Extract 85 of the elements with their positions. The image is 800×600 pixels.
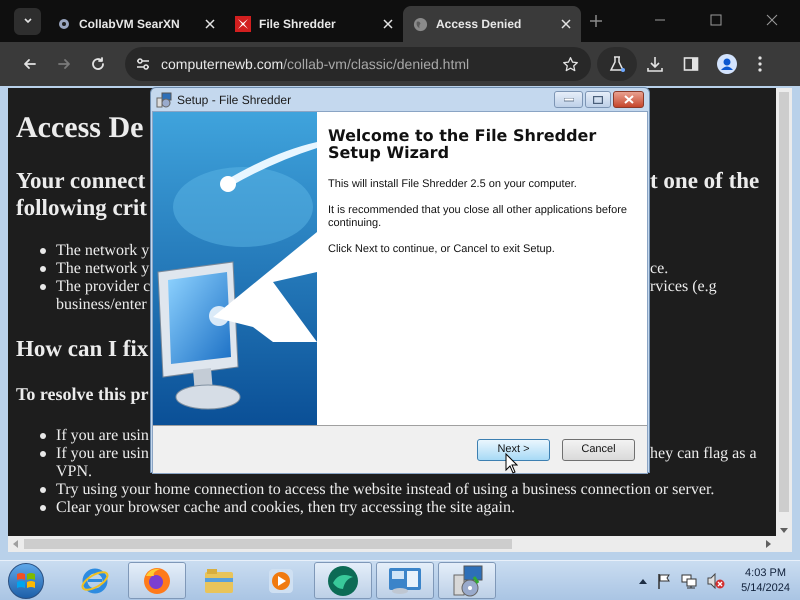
tune-icon — [135, 56, 151, 72]
window-title: Setup - File Shredder — [177, 92, 292, 108]
page-heading: To resolve this pr — [16, 385, 149, 403]
network-icon[interactable] — [681, 572, 698, 588]
page-heading: t one of the — [650, 169, 760, 192]
bullet-icon — [40, 248, 46, 254]
minimize-icon — [564, 98, 574, 102]
avatar-icon — [717, 54, 737, 74]
list-item-text: hey can flag as a — [650, 446, 757, 462]
more-vertical-icon — [758, 56, 762, 72]
browser-e-icon — [80, 566, 110, 596]
control-panel-icon — [388, 566, 422, 594]
side-panel-icon — [683, 56, 699, 72]
page-heading: How can I fix — [16, 337, 148, 360]
clock[interactable]: 4:03 PM 5/14/2024 — [741, 566, 790, 596]
circle-logo-icon — [327, 564, 359, 596]
bullet-icon — [40, 505, 46, 511]
url-text: computernewb.com/collab-vm/classic/denied.html — [161, 54, 470, 74]
list-item-text: Clear your browser cache and cookies, then try accessing the site again. — [56, 500, 515, 516]
list-item-text: The network y — [56, 261, 150, 277]
list-item-text: rvices (e.g — [650, 279, 717, 295]
play-icon — [268, 568, 294, 594]
flag-icon[interactable] — [657, 572, 672, 588]
browser-tab[interactable]: Access Denied — [403, 6, 581, 42]
browser-tab[interactable]: CollabVM SearXN — [47, 6, 225, 42]
flask-icon[interactable] — [608, 55, 626, 73]
tab-title: Access Denied — [436, 16, 522, 33]
gear-icon — [57, 17, 71, 31]
chevron-down-icon — [22, 16, 32, 26]
bullet-icon — [40, 487, 46, 493]
wizard-paragraph: Click Next to continue, or Cancel to exit Setup. — [328, 243, 556, 256]
bullet-icon — [40, 451, 46, 457]
maximize-button[interactable] — [585, 91, 611, 108]
close-icon — [624, 95, 634, 104]
maximize-icon[interactable] — [710, 14, 722, 26]
dialog-button[interactable]: Cancel — [562, 438, 635, 460]
bullet-icon — [40, 284, 46, 290]
minimize-button[interactable] — [554, 91, 583, 108]
dialog-button[interactable]: Next > — [477, 438, 550, 460]
muted-speaker-icon[interactable] — [707, 572, 726, 588]
page-heading: following crit — [16, 196, 147, 219]
clock-date: 5/14/2024 — [741, 580, 790, 596]
list-item-text: business/enter — [56, 297, 147, 313]
tab-title: File Shredder — [259, 16, 337, 33]
start-button[interactable] — [8, 562, 44, 598]
installer-icon — [156, 92, 172, 108]
scroll-right-icon[interactable] — [766, 540, 772, 548]
vertical-scrollbar[interactable] — [776, 88, 792, 536]
scroll-down-icon[interactable] — [780, 528, 788, 534]
folder-icon — [204, 566, 234, 594]
shredder-icon — [235, 16, 251, 32]
list-item-text: If you are usin — [56, 428, 149, 444]
caret-up-icon[interactable] — [639, 578, 648, 584]
close-icon[interactable] — [766, 14, 778, 26]
page-heading: Your connect — [16, 169, 146, 192]
list-item-text: The provider c — [56, 279, 150, 295]
tab-list-button[interactable] — [14, 8, 41, 34]
windows-logo-icon — [16, 572, 36, 590]
page-heading: Access De — [16, 113, 144, 143]
globe-icon — [413, 16, 428, 32]
list-item-text: If you are usin — [56, 446, 149, 462]
star-icon[interactable] — [562, 56, 579, 72]
taskbar-button[interactable] — [128, 562, 186, 599]
browser-tab[interactable]: File Shredder — [225, 6, 403, 42]
list-item-text: VPN. — [56, 464, 92, 480]
download-icon — [646, 55, 664, 73]
wizard-paragraph: It is recommended that you close all other applications before continuing. — [328, 204, 628, 230]
taskbar-button[interactable] — [438, 562, 496, 599]
list-item-text: ce. — [650, 261, 668, 277]
tab-title: CollabVM SearXN — [79, 16, 181, 33]
close-button[interactable] — [613, 91, 644, 108]
bullet-icon — [40, 433, 46, 439]
address-bar[interactable]: computernewb.com/collab-vm/classic/denied.html — [125, 47, 591, 81]
clock-time: 4:03 PM — [745, 566, 786, 580]
bullet-icon — [40, 266, 46, 272]
wizard-paragraph: This will install File Shredder 2.5 on your computer. — [328, 178, 578, 191]
taskbar-button[interactable] — [314, 562, 372, 599]
firefox-icon — [142, 566, 172, 596]
taskbar-button[interactable] — [376, 562, 434, 599]
list-item-text: Try using your home connection to access the website instead of using a business connection or server. — [56, 482, 714, 498]
wizard-heading: Welcome to the File Shredder Setup Wizard — [328, 127, 598, 161]
horizontal-scrollbar[interactable] — [8, 536, 792, 552]
new-tab-icon[interactable] — [589, 14, 603, 28]
maximize-icon — [593, 96, 603, 104]
list-item-text: The network y — [56, 243, 150, 259]
